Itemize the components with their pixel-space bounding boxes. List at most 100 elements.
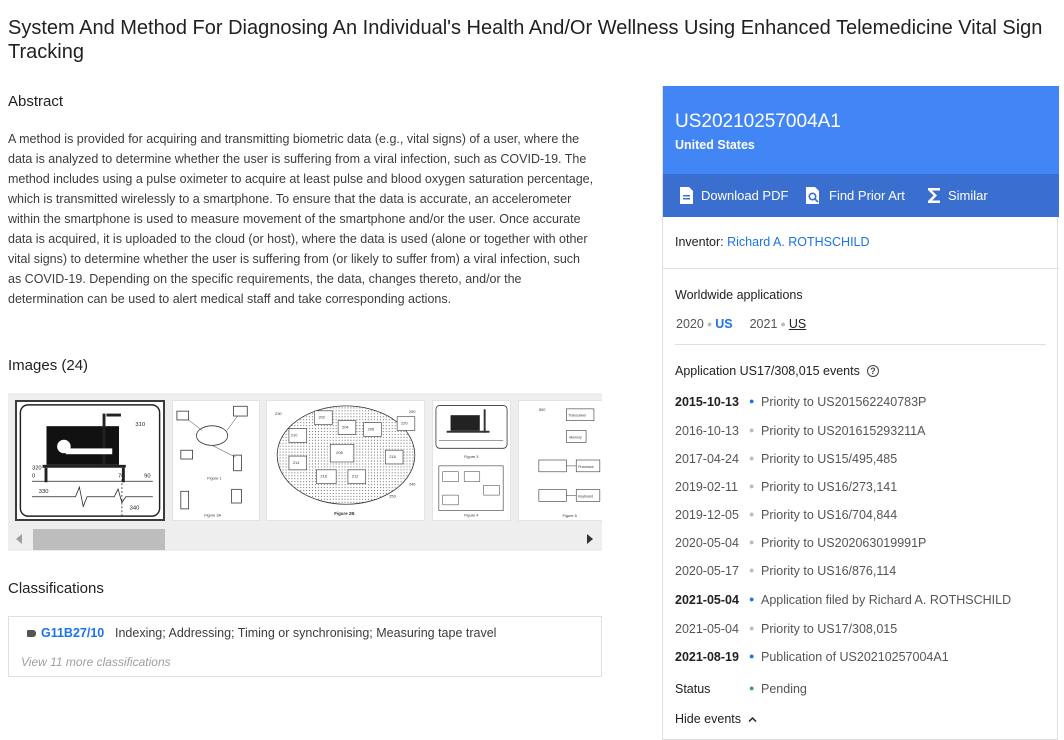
- thumb1-label: 70: [118, 473, 124, 479]
- event-row: 2017-04-24 ● Priority to US15/495,485: [675, 452, 1055, 466]
- thumb5-label: Transceiver: [568, 414, 587, 418]
- classification-description: Indexing; Addressing; Timing or synchron…: [115, 626, 497, 640]
- thumb3-label: 216: [320, 474, 327, 479]
- event-bullet-icon: ●: [749, 537, 755, 547]
- thumb1-label: 0: [32, 473, 35, 479]
- inventor-row: Inventor: Richard A. ROTHSCHILD: [675, 235, 870, 249]
- image-thumbnail-3[interactable]: 200 230 210 202 204 206 208 214 216 212 …: [266, 400, 425, 521]
- application-events-heading: Application US17/308,015 events ?: [675, 364, 879, 378]
- status-dot-icon: ●: [749, 683, 755, 693]
- thumb3-label: Figure 2B: [334, 511, 354, 516]
- scroll-left-arrow-icon[interactable]: [16, 534, 22, 544]
- thumb3-label: 204: [342, 425, 349, 430]
- thumb2-label: Figure 1: [207, 476, 221, 481]
- event-date: 2021-05-04: [675, 593, 739, 607]
- scroll-right-arrow-icon[interactable]: [587, 534, 593, 544]
- thumb5-label: Keyboard: [578, 494, 593, 498]
- thumb3-label: 218: [389, 454, 396, 459]
- event-date: 2021-08-19: [675, 650, 739, 664]
- classifications-heading: Classifications: [8, 580, 104, 597]
- image-thumbnails: 310 320 0 70 90 330 340 Figure 1 Figure …: [15, 400, 602, 521]
- images-carousel: 310 320 0 70 90 330 340 Figure 1 Figure …: [8, 393, 602, 551]
- event-bullet-icon: ●: [749, 396, 755, 406]
- dot-separator: ●: [706, 319, 713, 329]
- hide-events-button[interactable]: Hide events: [675, 712, 757, 726]
- help-icon[interactable]: ?: [866, 365, 879, 377]
- event-text: Priority to US16/273,141: [761, 480, 898, 494]
- divider: [663, 268, 1059, 269]
- similar-button[interactable]: Similar: [927, 174, 988, 217]
- event-text: Priority to US16/876,114: [761, 564, 897, 578]
- worldwide-applications-heading: Worldwide applications: [675, 288, 803, 302]
- figure-drawing-icon: 310 320 0 70 90 330 340: [19, 404, 161, 517]
- image-thumbnail-5[interactable]: 500 Transceiver Memory Processor Keyboar…: [518, 400, 602, 521]
- country: United States: [675, 138, 755, 152]
- image-thumbnail-2[interactable]: Figure 1 Figure 3A: [172, 400, 260, 521]
- worldwide-year: 2021: [749, 317, 778, 331]
- thumb3-label: 206: [368, 427, 375, 432]
- event-date: 2019-02-11: [675, 480, 739, 494]
- thumb2-label: Figure 3A: [204, 513, 221, 518]
- thumb4-label: Figure 4: [464, 513, 479, 518]
- event-date: 2016-10-13: [675, 424, 739, 438]
- status-label: Status: [675, 682, 711, 696]
- thumb5-label: Memory: [569, 435, 582, 439]
- thumb1-label: 320: [32, 466, 42, 472]
- event-bullet-icon: ●: [749, 623, 755, 633]
- event-date: 2020-05-04: [675, 536, 739, 550]
- images-heading: Images (24): [8, 357, 89, 374]
- hide-events-label: Hide events: [675, 712, 742, 726]
- pdf-document-icon: [680, 187, 693, 204]
- event-row: 2021-05-04 ● Priority to US17/308,015: [675, 622, 1055, 636]
- panel-actions: Download PDF Find Prior Art Similar: [663, 174, 1059, 217]
- inventor-link[interactable]: Richard A. ROTHSCHILD: [727, 235, 869, 249]
- thumb3-label: 202: [318, 415, 325, 420]
- abstract-text: A method is provided for acquiring and t…: [8, 132, 594, 306]
- similar-label: Similar: [948, 188, 988, 203]
- figure-drawing-icon: 500 Transceiver Memory Processor Keyboar…: [538, 407, 601, 518]
- patent-side-panel: US20210257004A1 United States Download P…: [662, 86, 1059, 740]
- download-pdf-button[interactable]: Download PDF: [679, 174, 788, 217]
- image-thumbnail-4[interactable]: Figure 3 Figure 4: [432, 400, 511, 521]
- event-text: Priority to US15/495,485: [761, 452, 898, 466]
- event-date: 2015-10-13: [675, 395, 739, 409]
- image-thumbnail-1[interactable]: 310 320 0 70 90 330 340: [15, 400, 165, 521]
- find-prior-art-button[interactable]: Find Prior Art: [805, 174, 905, 217]
- find-prior-art-label: Find Prior Art: [829, 188, 905, 203]
- thumb3-label: 230: [275, 411, 282, 416]
- dot-separator: ●: [780, 319, 786, 329]
- event-row: 2020-05-04 ● Priority to US202063019991P: [675, 536, 1055, 550]
- label-tag-icon: [27, 630, 36, 637]
- view-more-classifications-link[interactable]: View 11 more classifications: [21, 655, 171, 669]
- event-text: Priority to US201615293211A: [761, 424, 926, 438]
- chevron-up-icon: [747, 716, 757, 723]
- event-text: Priority to US16/704,844: [761, 508, 898, 522]
- classification-code-link[interactable]: G11B27/10: [41, 626, 104, 640]
- worldwide-country-link[interactable]: US: [715, 317, 732, 331]
- thumb1-label: 90: [144, 473, 150, 479]
- sigma-icon: [928, 188, 940, 203]
- thumb3-label: 200: [409, 409, 416, 414]
- worldwide-year: 2020: [676, 317, 704, 331]
- worldwide-country-link[interactable]: US: [789, 317, 806, 331]
- classifications-box: G11B27/10 Indexing; Addressing; Timing o…: [8, 616, 602, 677]
- thumb3-label: 214: [293, 460, 300, 465]
- event-row: 2015-10-13 ● Priority to US201562240783P: [675, 395, 1055, 409]
- event-bullet-icon: ●: [749, 453, 755, 463]
- event-text: Priority to US17/308,015: [761, 622, 898, 636]
- event-bullet-icon: ●: [749, 594, 755, 604]
- event-date: 2021-05-04: [675, 622, 739, 636]
- application-events-title: Application US17/308,015 events: [675, 364, 860, 378]
- thumb3-label: 210: [291, 432, 298, 437]
- panel-header: US20210257004A1 United States Download P…: [663, 86, 1059, 217]
- event-date: 2017-04-24: [675, 452, 739, 466]
- status-value: Pending: [761, 682, 807, 696]
- thumb1-label: 330: [39, 489, 49, 495]
- event-text: Priority to US202063019991P: [761, 536, 927, 550]
- worldwide-applications-list: 2020 ● US 2021 ● US: [676, 317, 806, 331]
- carousel-scrollbar-thumb[interactable]: [33, 529, 165, 550]
- event-bullet-icon: ●: [749, 481, 755, 491]
- event-date: 2020-05-17: [675, 564, 739, 578]
- event-bullet-icon: ●: [749, 565, 755, 575]
- figure-drawing-icon: 200 230 210 202 204 206 208 214 216 212 …: [275, 405, 416, 516]
